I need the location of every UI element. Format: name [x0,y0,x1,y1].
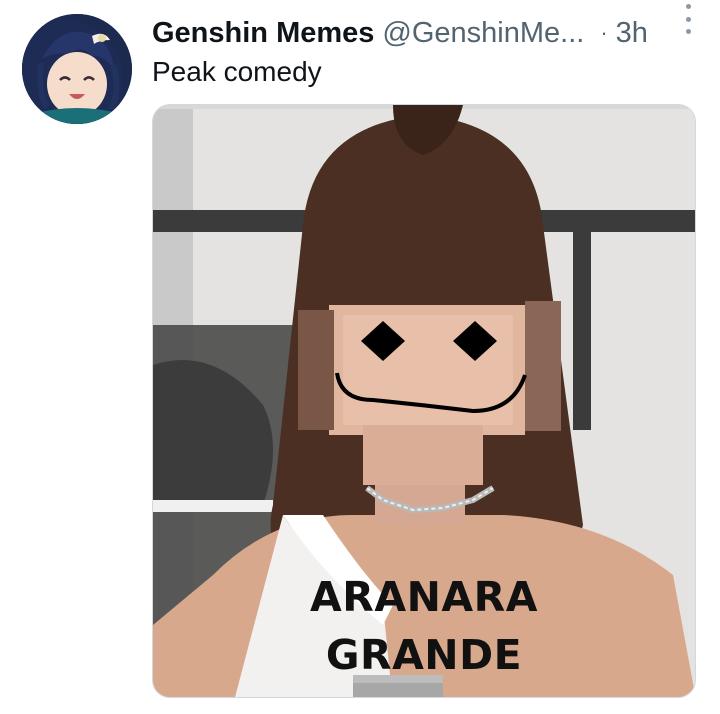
tweet-header: Genshin Memes @GenshinMe... · 3h [152,14,702,52]
author-display-name[interactable]: Genshin Memes [152,17,374,50]
more-dot [685,4,691,9]
author-handle[interactable]: @GenshinMe... [382,17,584,50]
meme-caption-line-2: GRANDE [325,631,523,679]
timestamp[interactable]: 3h [616,17,648,50]
tweet-text: Peak comedy [152,56,322,87]
more-vertical-icon[interactable] [682,4,694,34]
tweet[interactable]: Genshin Memes @GenshinMe... · 3h Peak co… [0,0,720,714]
separator-dot: · [600,20,608,45]
more-dot [685,29,691,34]
anime-avatar-art [22,14,132,124]
avatar[interactable] [22,14,132,124]
meme-caption-line-1: ARANARA [310,573,538,621]
more-dot [685,16,691,22]
tweet-media-image[interactable]: ARANARA GRANDE [152,104,696,698]
